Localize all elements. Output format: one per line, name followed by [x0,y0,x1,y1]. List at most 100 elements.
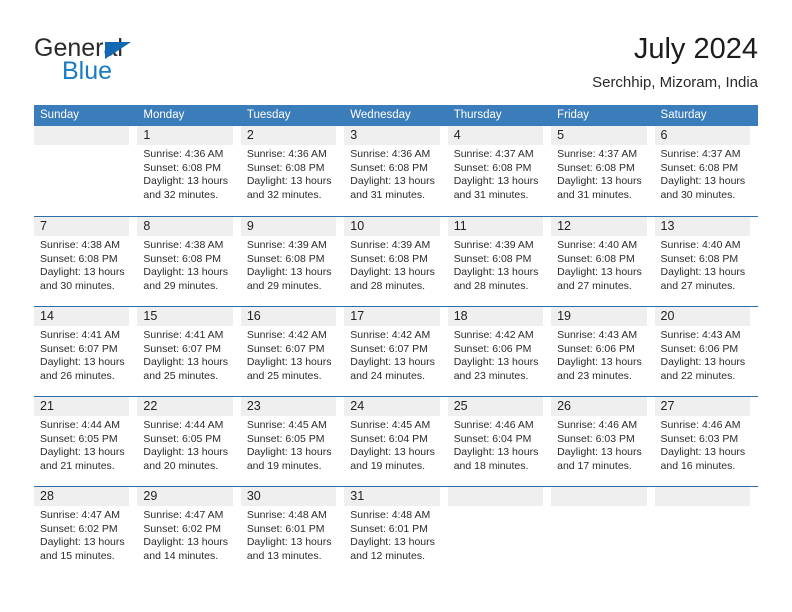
calendar-day-cell[interactable]: 11 Sunrise: 4:39 AM Sunset: 6:08 PM Dayligh… [447,217,551,306]
brand-word-blue: Blue [62,57,113,85]
calendar-day-cell[interactable]: 6 Sunrise: 4:37 AM Sunset: 6:08 PM Daylight… [654,126,758,216]
day-number-band: 21 [34,397,130,416]
daylight-text-cont: and 23 minutes. [453,369,529,382]
daylight-text: Daylight: 13 hours [246,446,332,459]
calendar-day-cell[interactable]: 21 Sunrise: 4:44 AM Sunset: 6:05 PM Dayligh… [34,397,137,486]
weekday-header-monday: Monday [143,109,185,121]
calendar-day-cell[interactable]: 7 Sunrise: 4:38 AM Sunset: 6:08 PM Daylight… [34,217,137,306]
daylight-text: Daylight: 13 hours [143,536,229,549]
day-number: 3 [350,128,358,142]
calendar-day-cell-empty [551,487,654,576]
weekday-header-wednesday: Wednesday [350,109,411,121]
calendar-day-cell[interactable]: 15 Sunrise: 4:41 AM Sunset: 6:07 PM Dayligh… [137,307,240,396]
calendar-table: Sunday Monday Tuesday Wednesday Thursday… [34,105,758,576]
calendar-day-cell[interactable]: 29 Sunrise: 4:47 AM Sunset: 6:02 PM Dayligh… [137,487,240,576]
day-sun-info: Sunrise: 4:36 AM Sunset: 6:08 PM Daylight:… [344,145,443,202]
calendar-day-cell[interactable]: 16 Sunrise: 4:42 AM Sunset: 6:07 PM Dayligh… [240,307,344,396]
day-number: 15 [143,309,158,323]
daylight-text-cont: and 18 minutes. [453,459,529,472]
sunrise-text: Sunrise: 4:43 AM [557,329,638,341]
day-number-band: 20 [654,307,750,326]
calendar-week-row: 1 Sunrise: 4:36 AM Sunset: 6:08 PM Daylight… [34,126,758,216]
sunset-text: Sunset: 6:02 PM [143,522,222,535]
daylight-text-cont: and 12 minutes. [350,549,425,562]
day-sun-info: Sunrise: 4:42 AM Sunset: 6:06 PM Daylight:… [448,326,547,383]
calendar-day-cell[interactable]: 1 Sunrise: 4:36 AM Sunset: 6:08 PM Daylight… [137,126,240,216]
calendar-day-cell[interactable]: 14 Sunrise: 4:41 AM Sunset: 6:07 PM Dayligh… [34,307,137,396]
sunset-text: Sunset: 6:06 PM [660,342,739,355]
sunset-text: Sunset: 6:04 PM [453,432,532,445]
daylight-text-cont: and 30 minutes. [40,279,115,292]
day-number: 23 [246,399,261,413]
sunrise-text: Sunrise: 4:42 AM [453,329,534,341]
day-number: 29 [143,489,158,503]
calendar-day-cell[interactable]: 3 Sunrise: 4:36 AM Sunset: 6:08 PM Daylight… [344,126,447,216]
day-sun-info: Sunrise: 4:39 AM Sunset: 6:08 PM Daylight:… [241,236,340,293]
sunset-text: Sunset: 6:04 PM [350,432,428,445]
sunset-text: Sunset: 6:08 PM [557,252,635,265]
calendar-day-cell[interactable]: 31 Sunrise: 4:48 AM Sunset: 6:01 PM Dayligh… [344,487,447,576]
sunset-text: Sunset: 6:08 PM [557,161,635,174]
calendar-day-cell[interactable]: 8 Sunrise: 4:38 AM Sunset: 6:08 PM Daylight… [137,217,240,306]
day-sun-info: Sunrise: 4:46 AM Sunset: 6:03 PM Daylight:… [655,416,754,473]
day-number-band: 6 [654,126,750,145]
calendar-day-cell[interactable]: 10 Sunrise: 4:39 AM Sunset: 6:08 PM Dayligh… [344,217,447,306]
calendar-day-cell[interactable]: 23 Sunrise: 4:45 AM Sunset: 6:05 PM Dayligh… [240,397,344,486]
calendar-day-cell[interactable]: 26 Sunrise: 4:46 AM Sunset: 6:03 PM Dayligh… [551,397,654,486]
calendar-day-cell-empty [654,487,758,576]
sunrise-text: Sunrise: 4:39 AM [350,239,431,251]
calendar-day-cell[interactable]: 25 Sunrise: 4:46 AM Sunset: 6:04 PM Dayligh… [447,397,551,486]
day-number: 9 [246,219,254,233]
sunrise-text: Sunrise: 4:40 AM [660,239,741,251]
daylight-text: Daylight: 13 hours [246,175,332,188]
day-number: 10 [350,219,365,233]
calendar-day-cell[interactable]: 12 Sunrise: 4:40 AM Sunset: 6:08 PM Dayligh… [551,217,654,306]
calendar-day-cell[interactable]: 13 Sunrise: 4:40 AM Sunset: 6:08 PM Dayligh… [654,217,758,306]
day-number: 31 [350,489,365,503]
day-sun-info: Sunrise: 4:48 AM Sunset: 6:01 PM Daylight:… [344,506,443,563]
calendar-day-cell[interactable]: 9 Sunrise: 4:39 AM Sunset: 6:08 PM Daylight… [240,217,344,306]
sunset-text: Sunset: 6:07 PM [350,342,428,355]
calendar-day-cell[interactable]: 22 Sunrise: 4:44 AM Sunset: 6:05 PM Dayligh… [137,397,240,486]
calendar-day-cell[interactable]: 27 Sunrise: 4:46 AM Sunset: 6:03 PM Dayligh… [654,397,758,486]
calendar-week-row: 14 Sunrise: 4:41 AM Sunset: 6:07 PM Dayligh… [34,306,758,396]
sunset-text: Sunset: 6:08 PM [246,252,325,265]
daylight-text: Daylight: 13 hours [246,536,332,549]
daylight-text-cont: and 27 minutes. [557,279,632,292]
calendar-day-cell[interactable]: 17 Sunrise: 4:42 AM Sunset: 6:07 PM Dayligh… [344,307,447,396]
calendar-day-cell[interactable]: 19 Sunrise: 4:43 AM Sunset: 6:06 PM Dayligh… [551,307,654,396]
day-number: 25 [453,399,468,413]
day-number-band: 19 [551,307,647,326]
calendar-day-cell[interactable]: 28 Sunrise: 4:47 AM Sunset: 6:02 PM Dayligh… [34,487,137,576]
daylight-text: Daylight: 13 hours [660,446,746,459]
day-number: 12 [557,219,572,233]
sunrise-text: Sunrise: 4:42 AM [246,329,327,341]
calendar-day-cell[interactable]: 18 Sunrise: 4:42 AM Sunset: 6:06 PM Dayligh… [447,307,551,396]
daylight-text: Daylight: 13 hours [143,266,229,279]
day-sun-info: Sunrise: 4:45 AM Sunset: 6:04 PM Daylight:… [344,416,443,473]
day-number: 26 [557,399,572,413]
calendar-day-cell[interactable]: 20 Sunrise: 4:43 AM Sunset: 6:06 PM Dayligh… [654,307,758,396]
day-sun-info: Sunrise: 4:36 AM Sunset: 6:08 PM Daylight:… [137,145,236,202]
calendar-day-cell[interactable]: 24 Sunrise: 4:45 AM Sunset: 6:04 PM Dayligh… [344,397,447,486]
calendar-day-cell[interactable]: 30 Sunrise: 4:48 AM Sunset: 6:01 PM Dayligh… [240,487,344,576]
daylight-text: Daylight: 13 hours [660,175,746,188]
sunset-text: Sunset: 6:08 PM [143,252,222,265]
day-number-band: 16 [240,307,337,326]
day-sun-info: Sunrise: 4:41 AM Sunset: 6:07 PM Daylight:… [137,326,236,383]
sunrise-text: Sunrise: 4:38 AM [143,239,224,251]
calendar-day-cell[interactable]: 4 Sunrise: 4:37 AM Sunset: 6:08 PM Daylight… [447,126,551,216]
calendar-day-cell[interactable]: 2 Sunrise: 4:36 AM Sunset: 6:08 PM Daylight… [240,126,344,216]
calendar-day-cell[interactable]: 5 Sunrise: 4:37 AM Sunset: 6:08 PM Daylight… [551,126,654,216]
day-number: 8 [143,219,151,233]
sunrise-text: Sunrise: 4:36 AM [143,148,224,160]
daylight-text: Daylight: 13 hours [453,266,539,279]
brand-logo[interactable]: General Blue [34,34,294,94]
day-number: 7 [40,219,47,233]
page-subtitle: Serchhip, Mizoram, India [592,74,758,91]
daylight-text: Daylight: 13 hours [350,356,435,369]
day-number-band: 28 [34,487,130,506]
daylight-text-cont: and 31 minutes. [453,188,529,201]
day-sun-info: Sunrise: 4:42 AM Sunset: 6:07 PM Daylight:… [241,326,340,383]
sunset-text: Sunset: 6:08 PM [350,161,428,174]
